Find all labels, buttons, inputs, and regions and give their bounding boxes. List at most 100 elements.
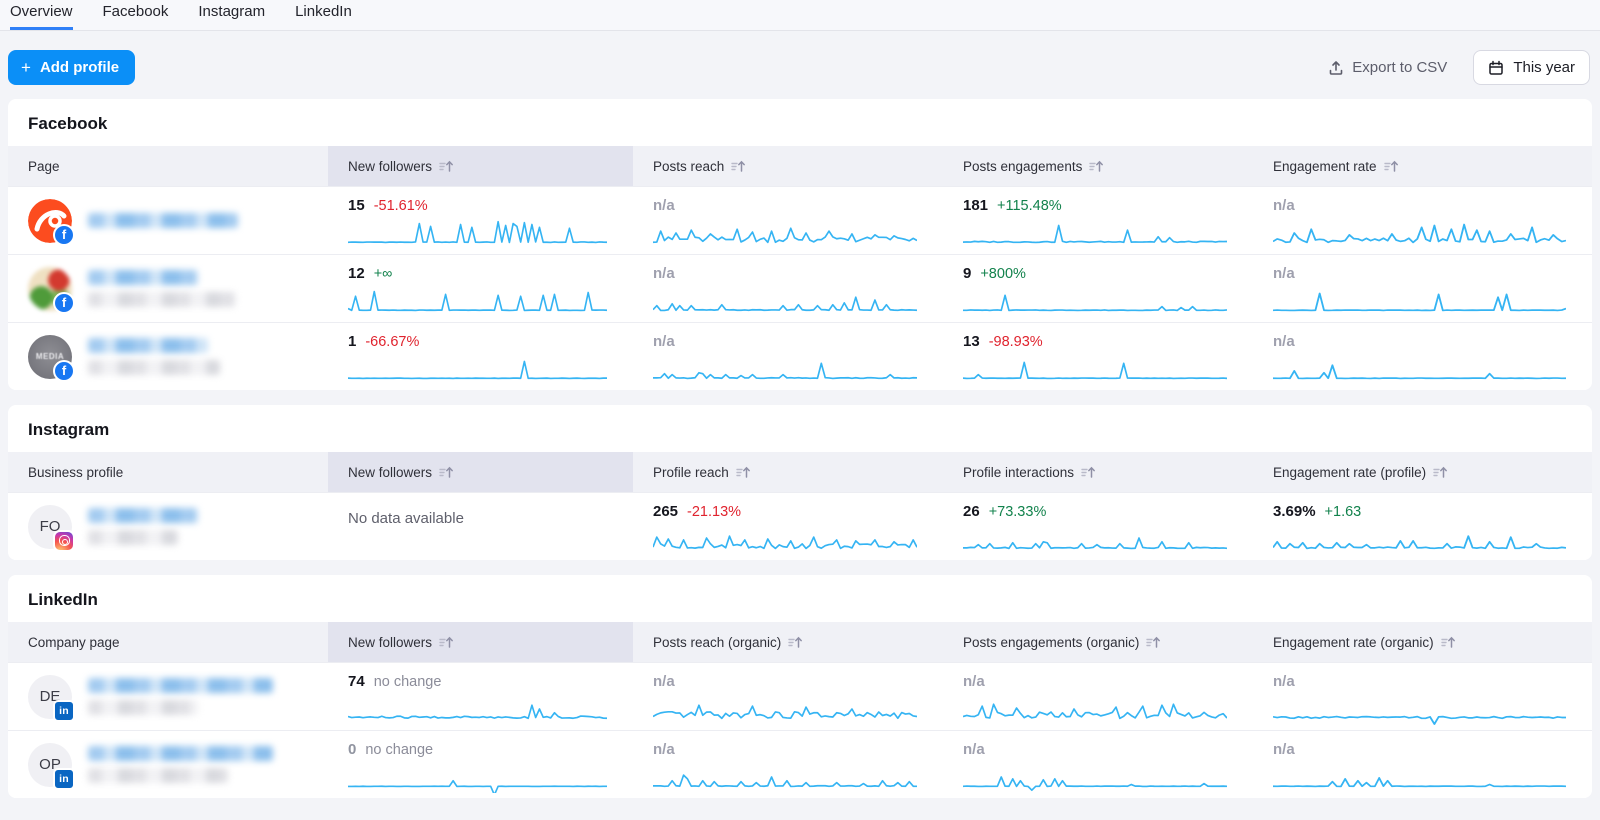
profile-link[interactable]: FO bbox=[8, 493, 328, 560]
blurred-name bbox=[88, 338, 220, 375]
column-header-profile-reach[interactable]: Profile reach bbox=[633, 452, 943, 492]
table-header: Page New followers Posts reach Posts engage… bbox=[8, 146, 1592, 186]
sparkline bbox=[653, 693, 917, 725]
sparkline bbox=[348, 353, 607, 385]
metric-line: 26 +73.33% bbox=[963, 503, 1227, 520]
column-header-posts-engagements-organic[interactable]: Posts engagements (organic) bbox=[943, 622, 1253, 662]
linkedin-badge-icon: in bbox=[53, 768, 75, 790]
blurred-name-line bbox=[88, 768, 228, 783]
metric-value: n/a bbox=[1273, 197, 1295, 214]
column-header-label: New followers bbox=[348, 635, 432, 650]
metric-change: +1.63 bbox=[1325, 504, 1362, 520]
sparkline bbox=[348, 285, 607, 317]
tab-linkedin[interactable]: LinkedIn bbox=[295, 0, 352, 30]
tab-facebook[interactable]: Facebook bbox=[103, 0, 169, 30]
sparkline bbox=[963, 761, 1227, 793]
blurred-name bbox=[88, 678, 273, 715]
sparkline bbox=[348, 217, 607, 249]
metric-cell-posts-reach-organic: n/a bbox=[633, 731, 943, 798]
profile-link[interactable]: DEin bbox=[8, 663, 328, 730]
column-header-label: Profile reach bbox=[653, 465, 729, 480]
metric-cell-engagement-rate: n/a bbox=[1253, 255, 1592, 322]
sparkline bbox=[653, 353, 917, 385]
profile-avatar: f bbox=[28, 267, 72, 311]
sort-icon bbox=[1441, 636, 1456, 649]
column-header-company-page[interactable]: Company page bbox=[8, 622, 328, 662]
profile-link[interactable]: MEDIAf bbox=[8, 323, 328, 390]
column-header-label: Engagement rate bbox=[1273, 159, 1377, 174]
metric-line: n/a bbox=[653, 741, 917, 758]
calendar-icon bbox=[1488, 60, 1504, 76]
sort-icon bbox=[439, 636, 454, 649]
add-profile-button[interactable]: + Add profile bbox=[8, 50, 135, 85]
metric-value: 74 bbox=[348, 673, 365, 690]
column-header-page[interactable]: Page bbox=[8, 146, 328, 186]
metric-line: 9+800% bbox=[963, 265, 1227, 282]
metric-line: 1-66.67% bbox=[348, 333, 607, 350]
column-header-new-followers[interactable]: New followers bbox=[328, 622, 633, 662]
column-header-profile-interactions[interactable]: Profile interactions bbox=[943, 452, 1253, 492]
column-header-business-profile[interactable]: Business profile bbox=[8, 452, 328, 492]
column-header-engagement-rate[interactable]: Engagement rate bbox=[1253, 146, 1592, 186]
metric-line: 12+∞ bbox=[348, 265, 607, 282]
sparkline bbox=[348, 761, 607, 793]
tab-overview[interactable]: Overview bbox=[10, 0, 73, 30]
metric-cell-posts-engagements: 9+800% bbox=[943, 255, 1253, 322]
metric-line: 74no change bbox=[348, 673, 607, 690]
metric-change: +73.33% bbox=[989, 504, 1047, 520]
sparkline bbox=[1273, 285, 1566, 317]
table-header: Business profile New followers Profile rea… bbox=[8, 452, 1592, 492]
profile-avatar: f bbox=[28, 199, 72, 243]
metric-value: 3.69% bbox=[1273, 503, 1316, 520]
column-header-posts-engagements[interactable]: Posts engagements bbox=[943, 146, 1253, 186]
metric-value: 26 bbox=[963, 503, 980, 520]
metric-line: 15-51.61% bbox=[348, 197, 607, 214]
section-facebook: FacebookPage New followers Posts reach Post… bbox=[8, 99, 1592, 390]
metric-cell-engagement-rate-organic: n/a bbox=[1253, 663, 1592, 730]
column-header-label: New followers bbox=[348, 159, 432, 174]
metric-value: 181 bbox=[963, 197, 988, 214]
column-header-posts-reach-organic[interactable]: Posts reach (organic) bbox=[633, 622, 943, 662]
linkedin-badge-icon: in bbox=[53, 700, 75, 722]
export-csv-button[interactable]: Export to CSV bbox=[1328, 59, 1447, 76]
metric-value: n/a bbox=[653, 673, 675, 690]
profile-link[interactable]: f bbox=[8, 187, 328, 254]
sparkline bbox=[653, 217, 917, 249]
metric-line: n/a bbox=[1273, 197, 1566, 214]
metric-cell-new-followers: 74no change bbox=[328, 663, 633, 730]
metric-cell-profile-interactions: 26 +73.33% bbox=[943, 493, 1253, 560]
sort-icon bbox=[736, 466, 751, 479]
metric-cell-posts-engagements-organic: n/a bbox=[943, 731, 1253, 798]
blurred-name bbox=[88, 270, 236, 307]
sparkline bbox=[963, 217, 1227, 249]
blurred-name-line bbox=[88, 508, 198, 523]
column-header-label: Posts reach (organic) bbox=[653, 635, 781, 650]
column-header-engagement-rate-organic[interactable]: Engagement rate (organic) bbox=[1253, 622, 1592, 662]
column-header-label: Profile interactions bbox=[963, 465, 1074, 480]
sparkline bbox=[1273, 353, 1566, 385]
profile-link[interactable]: f bbox=[8, 255, 328, 322]
sort-icon bbox=[1146, 636, 1161, 649]
sort-icon bbox=[1089, 160, 1104, 173]
date-range-button[interactable]: This year bbox=[1473, 50, 1590, 85]
facebook-badge-icon: f bbox=[53, 224, 75, 246]
metric-cell-engagement-rate: n/a bbox=[1253, 187, 1592, 254]
sparkline bbox=[963, 523, 1227, 555]
column-header-engagement-rate-profile[interactable]: Engagement rate (profile) bbox=[1253, 452, 1592, 492]
column-header-new-followers[interactable]: New followers bbox=[328, 146, 633, 186]
plus-icon: + bbox=[21, 59, 31, 76]
column-header-new-followers[interactable]: New followers bbox=[328, 452, 633, 492]
tab-instagram[interactable]: Instagram bbox=[198, 0, 265, 30]
section-title-facebook: Facebook bbox=[8, 99, 1592, 146]
sort-icon bbox=[1433, 466, 1448, 479]
sort-icon bbox=[439, 160, 454, 173]
column-header-posts-reach[interactable]: Posts reach bbox=[633, 146, 943, 186]
column-header-label: New followers bbox=[348, 465, 432, 480]
metric-value: 265 bbox=[653, 503, 678, 520]
metric-cell-engagement-rate-organic: n/a bbox=[1253, 731, 1592, 798]
metric-line: n/a bbox=[963, 673, 1227, 690]
sparkline bbox=[653, 523, 917, 555]
profile-link[interactable]: OPin bbox=[8, 731, 328, 798]
metric-cell-new-followers: 1-66.67% bbox=[328, 323, 633, 390]
column-header-label: Posts reach bbox=[653, 159, 724, 174]
